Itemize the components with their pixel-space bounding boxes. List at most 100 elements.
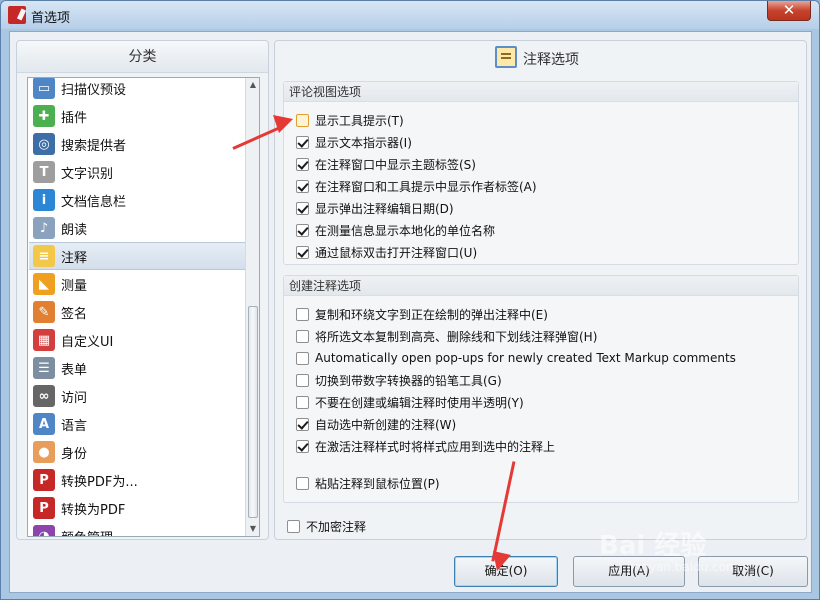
category-item[interactable]: ◎ 搜索提供者 <box>29 130 246 158</box>
category-item[interactable]: ▦ 自定义UI <box>29 326 246 354</box>
option-label: 自动选中新创建的注释(W) <box>315 417 457 432</box>
create-comment-options-group: 创建注释选项 复制和环绕文字到正在绘制的弹出注释中(E) 将所选文本复制到高亮、删… <box>283 275 799 503</box>
category-item[interactable]: ≡ 注释 <box>29 242 246 270</box>
category-list[interactable]: ◕ 颜色管理 P 转换为PDF P 转换PDF为... ● 身份 A 语言 ∞ 访问 ☰ 表单 ▦ 自定义UI… <box>27 77 260 537</box>
dialog-client-area: 分类 ◕ 颜色管理 P 转换为PDF P 转换PDF为... ● 身份 A 语言 ∞ 访问 ☰ 表单 ▦ 自定… <box>9 31 812 593</box>
comment-header-icon <box>495 46 517 68</box>
arrow-head-icon <box>273 115 293 133</box>
option-checkbox[interactable] <box>296 351 309 365</box>
option-row[interactable]: 粘贴注释到鼠标位置(P) <box>296 473 440 493</box>
category-item[interactable]: ◣ 测量 <box>29 270 246 298</box>
category-item[interactable]: ✎ 签名 <box>29 298 246 326</box>
category-item[interactable]: ☰ 表单 <box>29 354 246 382</box>
option-checkbox[interactable] <box>296 395 309 409</box>
category-item-label: 表单 <box>61 362 88 378</box>
category-item[interactable]: ▭ 扫描仪预设 <box>29 78 246 102</box>
option-row[interactable]: 切换到带数字转换器的铅笔工具(G) <box>296 370 502 390</box>
comment-icon: ≡ <box>33 245 55 267</box>
option-checkbox[interactable] <box>296 179 309 193</box>
option-checkbox[interactable] <box>296 439 309 453</box>
no-encrypt-option[interactable]: 不加密注释 <box>287 516 366 536</box>
category-item[interactable]: P 转换PDF为... <box>29 466 246 494</box>
no-encrypt-checkbox[interactable] <box>287 519 300 533</box>
option-row[interactable]: 在注释窗口和工具提示中显示作者标签(A) <box>296 176 537 196</box>
option-label: 在注释窗口中显示主题标签(S) <box>315 157 476 172</box>
close-button[interactable]: ✕ <box>767 1 811 21</box>
category-item-label: 插件 <box>61 110 88 126</box>
create-group-title: 创建注释选项 <box>284 276 798 296</box>
category-scrollbar[interactable]: ▲ ▼ <box>245 78 259 536</box>
option-checkbox[interactable] <box>296 201 309 215</box>
person-icon: ● <box>33 441 55 463</box>
signature-icon: ✎ <box>33 301 55 323</box>
option-row[interactable]: 显示文本指示器(I) <box>296 132 412 152</box>
window-title: 首选项 <box>31 11 71 26</box>
option-checkbox[interactable] <box>296 373 309 387</box>
category-item[interactable]: T 文字识别 <box>29 158 246 186</box>
option-row[interactable]: 在注释窗口中显示主题标签(S) <box>296 154 476 174</box>
option-checkbox[interactable] <box>296 223 309 237</box>
apply-button[interactable]: 应用(A) <box>573 556 685 587</box>
cancel-button[interactable]: 取消(C) <box>698 556 808 587</box>
option-label: 在激活注释样式时将样式应用到选中的注释上 <box>315 439 556 454</box>
option-row[interactable]: 通过鼠标双击打开注释窗口(U) <box>296 242 477 262</box>
category-item-label: 文字识别 <box>61 166 114 182</box>
title-bar[interactable]: 首选项 ✕ <box>1 1 819 29</box>
category-item-label: 测量 <box>61 278 88 294</box>
category-item-label: 身份 <box>61 446 88 462</box>
scroll-up-arrow-icon[interactable]: ▲ <box>247 78 259 92</box>
option-checkbox[interactable] <box>296 157 309 171</box>
option-label: 在注释窗口和工具提示中显示作者标签(A) <box>315 179 537 194</box>
form-icon: ☰ <box>33 357 55 379</box>
category-item[interactable]: P 转换为PDF <box>29 494 246 522</box>
option-checkbox[interactable] <box>296 329 309 343</box>
category-item[interactable]: ✚ 插件 <box>29 102 246 130</box>
scroll-down-arrow-icon[interactable]: ▼ <box>247 522 259 536</box>
category-item[interactable]: i 文档信息栏 <box>29 186 246 214</box>
option-checkbox[interactable] <box>296 307 309 321</box>
review-group-title: 评论视图选项 <box>284 82 798 102</box>
puzzle-icon: ✚ <box>33 105 55 127</box>
category-item[interactable]: ◕ 颜色管理 <box>29 522 246 536</box>
color-wheel-icon: ◕ <box>33 525 55 536</box>
option-label: 显示弹出注释编辑日期(D) <box>315 201 454 216</box>
option-checkbox[interactable] <box>296 476 309 490</box>
binoculars-icon: ◎ <box>33 133 55 155</box>
category-item[interactable]: A 语言 <box>29 410 246 438</box>
category-item[interactable]: ∞ 访问 <box>29 382 246 410</box>
palette-icon: ▦ <box>33 329 55 351</box>
options-panel-title: 注释选项 <box>523 52 579 68</box>
arrow-head-icon <box>493 551 511 571</box>
category-panel-header: 分类 <box>17 41 268 73</box>
option-checkbox[interactable] <box>296 417 309 431</box>
scroll-thumb[interactable] <box>248 306 258 518</box>
category-item-label: 语言 <box>61 418 88 434</box>
speaker-icon: ♪ <box>33 217 55 239</box>
option-checkbox[interactable] <box>296 135 309 149</box>
option-label: Automatically open pop-ups for newly cre… <box>315 351 736 365</box>
option-label: 在测量信息显示本地化的单位名称 <box>315 223 496 238</box>
option-row[interactable]: Automatically open pop-ups for newly cre… <box>296 348 736 368</box>
no-encrypt-label: 不加密注释 <box>306 519 367 534</box>
option-label: 复制和环绕文字到正在绘制的弹出注释中(E) <box>315 307 548 322</box>
category-item-label: 访问 <box>61 390 88 406</box>
option-label: 将所选文本复制到高亮、删除线和下划线注释弹窗(H) <box>315 329 598 344</box>
category-item[interactable]: ♪ 朗读 <box>29 214 246 242</box>
option-label: 显示工具提示(T) <box>315 113 404 128</box>
comment-options-panel: 注释选项 评论视图选项 显示工具提示(T) 显示文本指示器(I) 在注释窗口中显示主… <box>274 40 807 540</box>
option-label: 不要在创建或编辑注释时使用半透明(Y) <box>315 395 524 410</box>
option-row[interactable]: 在测量信息显示本地化的单位名称 <box>296 220 495 240</box>
option-row[interactable]: 将所选文本复制到高亮、删除线和下划线注释弹窗(H) <box>296 326 597 346</box>
option-row[interactable]: 显示弹出注释编辑日期(D) <box>296 198 454 218</box>
category-item-label: 注释 <box>61 250 88 266</box>
option-row[interactable]: 自动选中新创建的注释(W) <box>296 414 456 434</box>
option-row[interactable]: 显示工具提示(T) <box>296 110 404 130</box>
category-item-label: 签名 <box>61 306 88 322</box>
option-row[interactable]: 复制和环绕文字到正在绘制的弹出注释中(E) <box>296 304 548 324</box>
pdf-export-icon: P <box>33 469 55 491</box>
option-row[interactable]: 在激活注释样式时将样式应用到选中的注释上 <box>296 436 555 456</box>
category-item[interactable]: ● 身份 <box>29 438 246 466</box>
option-row[interactable]: 不要在创建或编辑注释时使用半透明(Y) <box>296 392 524 412</box>
option-checkbox[interactable] <box>296 113 309 127</box>
option-checkbox[interactable] <box>296 245 309 259</box>
